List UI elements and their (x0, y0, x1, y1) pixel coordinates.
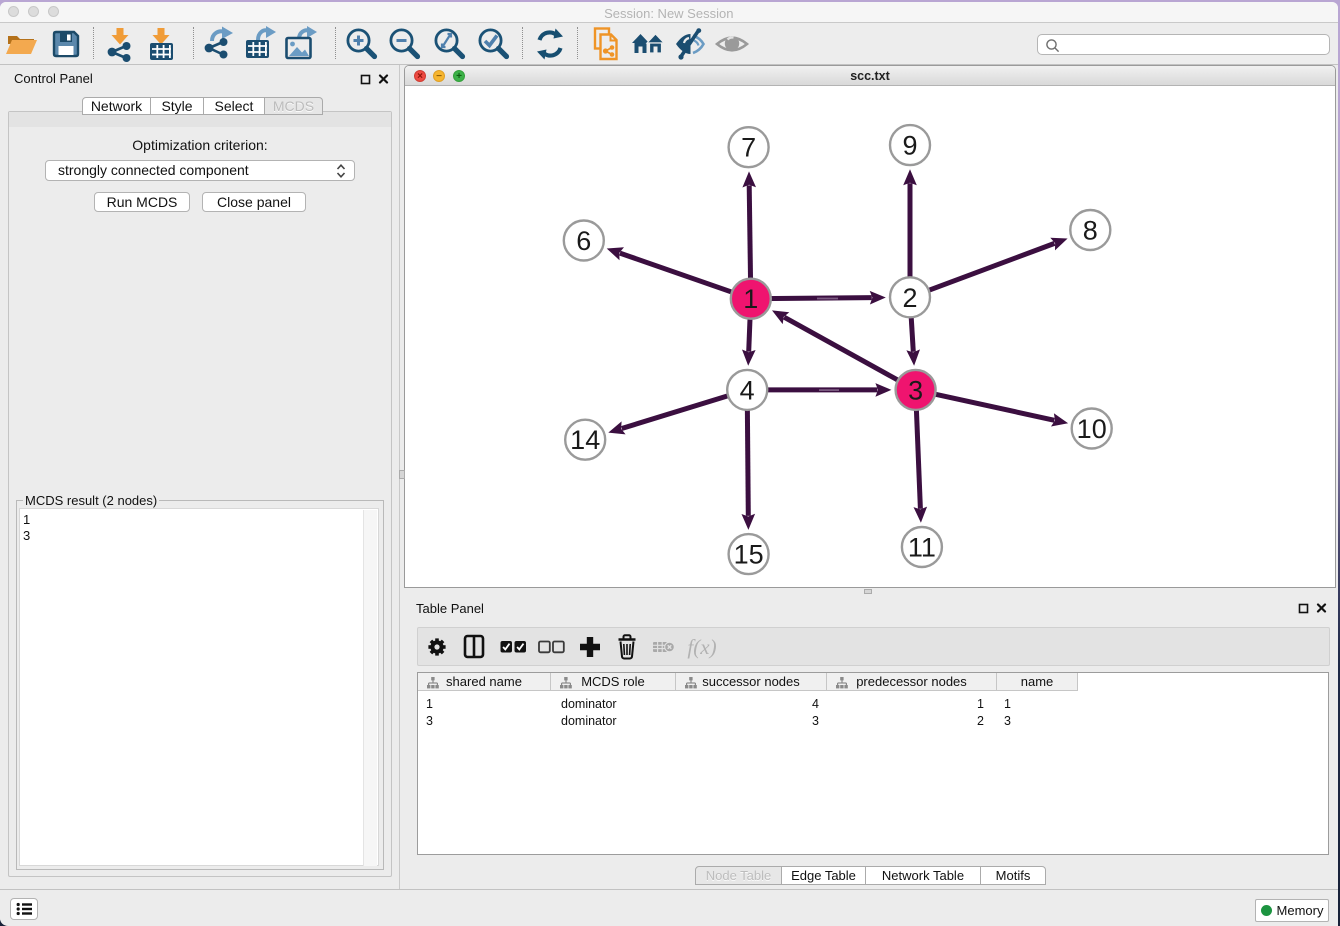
svg-text:10: 10 (1077, 414, 1107, 444)
svg-text:11: 11 (908, 533, 936, 563)
svg-text:8: 8 (1083, 216, 1098, 246)
svg-text:2: 2 (902, 283, 917, 313)
svg-text:9: 9 (902, 131, 917, 161)
svg-text:14: 14 (570, 425, 600, 455)
svg-text:6: 6 (576, 226, 591, 256)
svg-text:1: 1 (743, 284, 758, 314)
svg-text:4: 4 (740, 375, 755, 405)
svg-text:f(x): f(x) (687, 635, 716, 659)
svg-text:3: 3 (908, 375, 923, 405)
svg-text:15: 15 (734, 540, 764, 570)
svg-text:7: 7 (741, 133, 756, 163)
